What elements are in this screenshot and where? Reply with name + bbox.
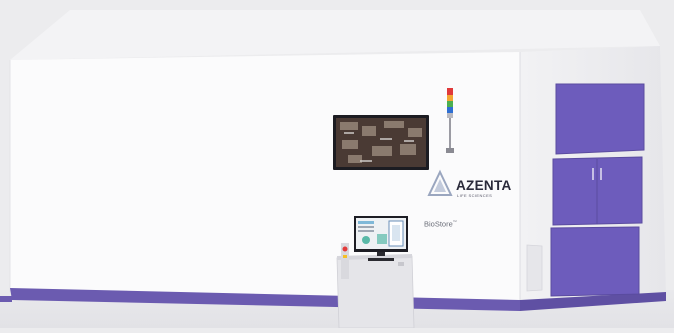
upper-door [555, 83, 645, 155]
door-stack [550, 83, 645, 297]
wall-monitor [333, 115, 429, 170]
lower-door [550, 226, 640, 297]
product-name: BioStore™ [424, 219, 457, 229]
access-panel [526, 244, 543, 292]
biostore-scene: AZENTA LIFE SCIENCES BioStore™ [0, 0, 674, 329]
biostore-illustration [0, 10, 674, 329]
brand-name: AZENTA [456, 178, 512, 193]
trademark-symbol: ™ [452, 219, 457, 224]
product-name-text: BioStore [424, 219, 453, 229]
keyboard [368, 258, 394, 261]
brand-tagline: LIFE SCIENCES [457, 193, 493, 198]
